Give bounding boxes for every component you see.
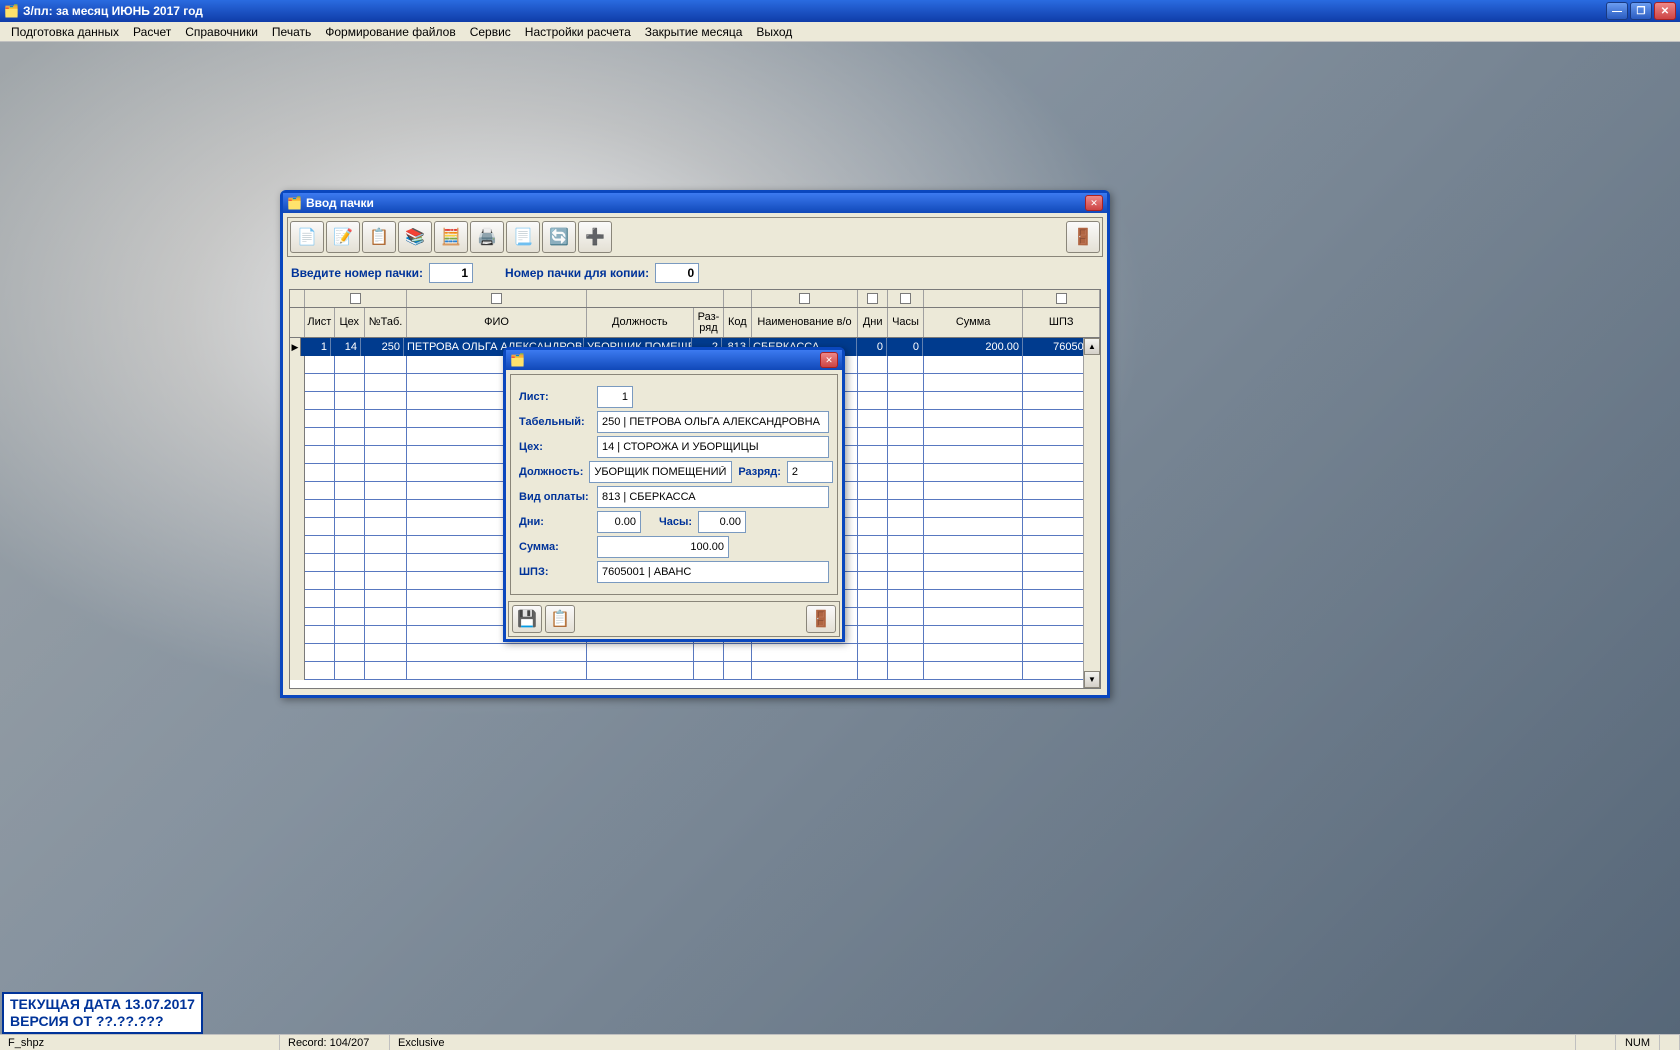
menu-item[interactable]: Формирование файлов bbox=[318, 25, 462, 39]
exit-icon[interactable]: 🚪 bbox=[1066, 221, 1100, 253]
col-checkbox[interactable] bbox=[491, 293, 502, 304]
menu-item[interactable]: Справочники bbox=[178, 25, 265, 39]
col-shpz[interactable]: ШПЗ bbox=[1023, 308, 1100, 337]
menu-item[interactable]: Подготовка данных bbox=[4, 25, 126, 39]
col-checkbox[interactable] bbox=[900, 293, 911, 304]
ceh-label: Цех: bbox=[519, 441, 591, 453]
col-summa[interactable]: Сумма bbox=[924, 308, 1024, 337]
copy-no-input[interactable] bbox=[655, 263, 699, 283]
status-blank bbox=[1576, 1035, 1616, 1050]
dolzh-input[interactable] bbox=[589, 461, 732, 483]
col-chasy[interactable]: Часы bbox=[888, 308, 924, 337]
status-mode: Exclusive bbox=[390, 1035, 1576, 1050]
pack-window-title: Ввод пачки bbox=[306, 196, 1081, 210]
book-icon[interactable]: 📚 bbox=[398, 221, 432, 253]
scroll-down-icon[interactable]: ▼ bbox=[1084, 671, 1100, 688]
col-fio[interactable]: ФИО bbox=[407, 308, 586, 337]
col-ceh[interactable]: Цех bbox=[335, 308, 365, 337]
dialog-icon: 🗂️ bbox=[510, 353, 525, 367]
current-date: ТЕКУЩАЯ ДАТА 13.07.2017 bbox=[10, 996, 195, 1013]
maximize-button[interactable]: ❐ bbox=[1630, 2, 1652, 20]
pack-window-titlebar[interactable]: 🗂️ Ввод пачки ✕ bbox=[283, 193, 1107, 213]
list-input[interactable] bbox=[597, 386, 633, 408]
chasy-input[interactable] bbox=[698, 511, 746, 533]
col-checkbox[interactable] bbox=[799, 293, 810, 304]
dialog-body: Лист: Табельный: Цех: Должность: Разряд:… bbox=[510, 374, 838, 595]
col-dolzh[interactable]: Должность bbox=[587, 308, 694, 337]
col-dni[interactable]: Дни bbox=[858, 308, 888, 337]
menu-item[interactable]: Закрытие месяца bbox=[638, 25, 750, 39]
close-button[interactable]: ✕ bbox=[1654, 2, 1676, 20]
app-icon: 🗂️ bbox=[4, 4, 19, 18]
col-checkbox[interactable] bbox=[1056, 293, 1067, 304]
shpz-input[interactable] bbox=[597, 561, 829, 583]
menu-item[interactable]: Расчет bbox=[126, 25, 178, 39]
edit-dialog: 🗂️ ✕ Лист: Табельный: Цех: Должность: Ра… bbox=[503, 347, 845, 642]
pack-inputs: Введите номер пачки: Номер пачки для коп… bbox=[283, 261, 1107, 289]
col-tab[interactable]: №Таб. bbox=[365, 308, 408, 337]
main-titlebar: 🗂️ З/пл: за месяц ИЮНЬ 2017 год — ❐ ✕ bbox=[0, 0, 1680, 22]
summa-label: Сумма: bbox=[519, 541, 591, 553]
edit-doc-icon[interactable]: 📝 bbox=[326, 221, 360, 253]
status-field: F_shpz bbox=[0, 1035, 280, 1050]
refresh-icon[interactable]: 🔄 bbox=[542, 221, 576, 253]
menu-item[interactable]: Выход bbox=[749, 25, 799, 39]
tab-label: Табельный: bbox=[519, 416, 591, 428]
status-bar: F_shpz Record: 104/207 Exclusive NUM bbox=[0, 1034, 1680, 1050]
minimize-button[interactable]: — bbox=[1606, 2, 1628, 20]
summa-input[interactable] bbox=[597, 536, 729, 558]
dni-label: Дни: bbox=[519, 516, 591, 528]
dolzh-label: Должность: bbox=[519, 466, 583, 478]
edit-dialog-titlebar[interactable]: 🗂️ ✕ bbox=[506, 350, 842, 370]
col-checkbox[interactable] bbox=[867, 293, 878, 304]
calc-icon[interactable]: 🧮 bbox=[434, 221, 468, 253]
dialog-close[interactable]: ✕ bbox=[820, 352, 838, 368]
status-blank2 bbox=[1660, 1035, 1680, 1050]
col-kod[interactable]: Код bbox=[724, 308, 752, 337]
list-label: Лист: bbox=[519, 391, 591, 403]
pack-toolbar: 📄 📝 📋 📚 🧮 🖨️ 📃 🔄 ➕ 🚪 bbox=[287, 217, 1103, 257]
vid-input[interactable] bbox=[597, 486, 829, 508]
col-naim[interactable]: Наименование в/о bbox=[752, 308, 858, 337]
pack-no-input[interactable] bbox=[429, 263, 473, 283]
enter-pack-label: Введите номер пачки: bbox=[291, 266, 423, 280]
row-marker[interactable]: ▶ bbox=[290, 338, 301, 356]
tab-input[interactable] bbox=[597, 411, 829, 433]
menu-item[interactable]: Настройки расчета bbox=[518, 25, 638, 39]
ceh-input[interactable] bbox=[597, 436, 829, 458]
grid-scrollbar[interactable]: ▲ ▼ bbox=[1083, 338, 1100, 688]
app-title: З/пл: за месяц ИЮНЬ 2017 год bbox=[23, 4, 203, 18]
save-icon[interactable]: 💾 bbox=[512, 605, 542, 633]
col-checkbox[interactable] bbox=[350, 293, 361, 304]
paste-icon[interactable]: 📋 bbox=[362, 221, 396, 253]
scroll-up-icon[interactable]: ▲ bbox=[1084, 338, 1100, 355]
print-icon[interactable]: 🖨️ bbox=[470, 221, 504, 253]
version: ВЕРСИЯ ОТ ??.??.??? bbox=[10, 1013, 195, 1030]
add-icon[interactable]: ➕ bbox=[578, 221, 612, 253]
vid-label: Вид оплаты: bbox=[519, 491, 591, 503]
shpz-label: ШПЗ: bbox=[519, 566, 591, 578]
copy-pack-label: Номер пачки для копии: bbox=[505, 266, 649, 280]
add-doc-icon[interactable]: 📄 bbox=[290, 221, 324, 253]
status-box: ТЕКУЩАЯ ДАТА 13.07.2017 ВЕРСИЯ ОТ ??.??.… bbox=[2, 992, 203, 1034]
col-razr[interactable]: Раз-ряд bbox=[694, 308, 724, 337]
razr-input[interactable] bbox=[787, 461, 833, 483]
col-list[interactable]: Лист bbox=[305, 308, 335, 337]
status-num: NUM bbox=[1616, 1035, 1660, 1050]
dialog-toolbar: 💾 📋 🚪 bbox=[508, 601, 840, 637]
menu-item[interactable]: Печать bbox=[265, 25, 318, 39]
dni-input[interactable] bbox=[597, 511, 641, 533]
paste-icon[interactable]: 📋 bbox=[545, 605, 575, 633]
page-icon[interactable]: 📃 bbox=[506, 221, 540, 253]
exit-icon[interactable]: 🚪 bbox=[806, 605, 836, 633]
chasy-label: Часы: bbox=[659, 516, 692, 528]
razr-label: Разряд: bbox=[738, 466, 781, 478]
menubar: Подготовка данных Расчет Справочники Печ… bbox=[0, 22, 1680, 42]
status-record: Record: 104/207 bbox=[280, 1035, 390, 1050]
window-icon: 🗂️ bbox=[287, 196, 302, 210]
pack-window-close[interactable]: ✕ bbox=[1085, 195, 1103, 211]
menu-item[interactable]: Сервис bbox=[463, 25, 518, 39]
